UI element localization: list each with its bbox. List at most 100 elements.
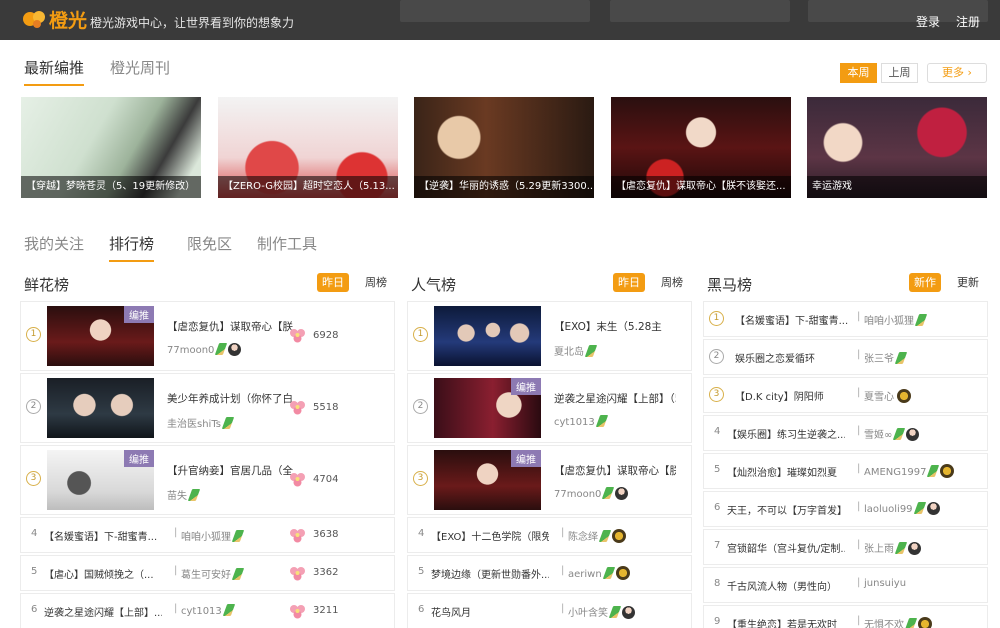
author-name[interactable]: 77moon0 (554, 489, 601, 500)
game-thumbnail[interactable] (434, 306, 541, 366)
entry-title[interactable]: 【虐恋复仇】谋取帝心【朕不 (167, 319, 293, 334)
author-name[interactable]: aeriwn (568, 569, 602, 580)
entry-title[interactable]: 逆袭之星途闪耀【上部】... (44, 604, 162, 619)
rank-number: 6 (31, 604, 38, 615)
entry-title[interactable]: 【名媛蜜语】下-甜蜜青... (44, 528, 162, 543)
weekly-toggle[interactable]: 周榜 (362, 273, 390, 292)
entry-title[interactable]: 【D.K city】阴阳师 (735, 388, 853, 403)
entry-title[interactable]: 【虐心】国贼倾挽之（... (44, 566, 162, 581)
ranking-entry[interactable]: 5 【虐心】国贼倾挽之（... | 葛生可安好 3362 (21, 556, 394, 590)
entry-title[interactable]: 花鸟风月 (431, 604, 549, 619)
tab-my-follows[interactable]: 我的关注 (24, 233, 84, 254)
weekly-toggle[interactable]: 周榜 (658, 273, 686, 292)
entry-title[interactable]: 宫锁韶华（宫斗复仇/定制... (727, 540, 845, 555)
tab-free-zone[interactable]: 限免区 (187, 233, 232, 254)
updates-toggle[interactable]: 更新 (954, 273, 982, 292)
yesterday-toggle[interactable]: 昨日 (613, 273, 645, 292)
entry-title[interactable]: 逆袭之星途闪耀【上部】（5 (554, 391, 676, 406)
ranking-entry[interactable]: 8 千古风流人物（男性向） | junsuiyu (704, 568, 987, 602)
author-name[interactable]: 咱咱小狐狸 (864, 316, 914, 327)
author-name[interactable]: 张三爷 (864, 354, 894, 365)
ranking-entry[interactable]: 2 娱乐圈之恋爱循环 | 张三爷 (704, 340, 987, 374)
entry-title[interactable]: 娱乐圈之恋爱循环 (735, 350, 853, 365)
ranking-entry[interactable]: 7 宫锁韶华（宫斗复仇/定制... | 张上雨 (704, 530, 987, 564)
author-name[interactable]: 陈念绎 (568, 532, 598, 543)
author-name[interactable]: 张上雨 (864, 544, 894, 555)
ranking-entry[interactable]: 1 编推 【虐恋复仇】谋取帝心【朕不 77moon0 6928 (21, 302, 394, 370)
register-link[interactable]: 注册 (956, 13, 980, 30)
entry-title[interactable]: 梦境边缘（更新世勋番外... (431, 566, 549, 581)
entry-title[interactable]: 天王，不可以【万字首发】 (727, 502, 845, 517)
entry-author: 咱咱小狐狸 (181, 528, 245, 543)
game-thumbnail[interactable]: 编推 (434, 450, 541, 510)
yesterday-toggle[interactable]: 昨日 (317, 273, 349, 292)
entry-title[interactable]: 美少年养成计划（你怀了白白 (167, 391, 293, 406)
orange-logo-icon[interactable] (22, 8, 46, 30)
entry-title[interactable]: 【升官纳妾】官居几品（全正 (167, 463, 293, 478)
ranking-entry[interactable]: 5 【灿烈治愈】璀璨如烈夏 | AMENG1997 (704, 454, 987, 488)
ranking-entry[interactable]: 2 美少年养成计划（你怀了白白 圭治医shiTs 5518 (21, 374, 394, 442)
tab-latest-picks[interactable]: 最新编推 (24, 57, 85, 86)
featured-banner[interactable]: 【逆袭】华丽的诱惑（5.29更新3300... (414, 97, 594, 198)
entry-title[interactable]: 【EXO】末生（5.28主 (554, 319, 676, 334)
ranking-entry[interactable]: 6 逆袭之星途闪耀【上部】... | cyt1013 3211 (21, 594, 394, 628)
entry-title[interactable]: 【灿烈治愈】璀璨如烈夏 (727, 464, 845, 479)
ranking-entry[interactable]: 1 【名媛蜜语】下-甜蜜青... | 咱咱小狐狸 (704, 302, 987, 336)
author-name[interactable]: cyt1013 (554, 417, 595, 428)
featured-banner[interactable]: 【ZERO-G校园】超时空恋人（5.13... (218, 97, 398, 198)
author-name[interactable]: laoluoli99 (864, 504, 913, 515)
ranking-entry[interactable]: 4 【名媛蜜语】下-甜蜜青... | 咱咱小狐狸 3638 (21, 518, 394, 552)
ranking-entry[interactable]: 3 编推 【虐恋复仇】谋取帝心【朕不 77moon0 (408, 446, 691, 514)
banner-caption: 【ZERO-G校园】超时空恋人（5.13... (218, 176, 398, 198)
divider: | (857, 425, 861, 436)
flower-ranking-title: 鲜花榜 (24, 276, 70, 294)
author-name[interactable]: 葛生可安好 (181, 570, 231, 581)
flower-count: 3211 (313, 605, 339, 616)
entry-title[interactable]: 【娱乐圈】练习生逆袭之... (727, 426, 845, 441)
author-name[interactable]: 77moon0 (167, 345, 214, 356)
ranking-entry[interactable]: 1 【EXO】末生（5.28主 夏北岛 (408, 302, 691, 370)
game-thumbnail[interactable] (47, 378, 154, 438)
featured-banner[interactable]: 【虐恋复仇】谋取帝心【朕不该娶还... (611, 97, 791, 198)
entry-title[interactable]: 【重生绝恋】若是无欢时 (727, 616, 845, 628)
author-name[interactable]: AMENG1997 (864, 467, 926, 478)
featured-banner[interactable]: 【穿越】梦晓苍灵（5、19更新修改） (21, 97, 201, 198)
ranking-entry[interactable]: 3 【D.K city】阴阳师 | 夏雪心 (704, 378, 987, 412)
ranking-entry[interactable]: 4 【EXO】十二色学院（限免 | 陈念绎 (408, 518, 691, 552)
author-name[interactable]: 圭治医shiTs (167, 419, 221, 430)
ranking-entry[interactable]: 3 编推 【升官纳妾】官居几品（全正 苗失 4704 (21, 446, 394, 514)
tab-weekly-magazine[interactable]: 橙光周刊 (110, 57, 170, 78)
author-name[interactable]: 小叶含笑 (568, 608, 608, 619)
entry-title[interactable]: 【虐恋复仇】谋取帝心【朕不 (554, 463, 676, 478)
tab-creation-tools[interactable]: 制作工具 (257, 233, 317, 254)
author-name[interactable]: 咱咱小狐狸 (181, 532, 231, 543)
avatar (926, 502, 940, 515)
ranking-entry[interactable]: 6 天王，不可以【万字首发】 | laoluoli99 (704, 492, 987, 526)
entry-title[interactable]: 【EXO】十二色学院（限免 (431, 528, 549, 543)
author-name[interactable]: 苗失 (167, 491, 187, 502)
author-name[interactable]: 雪姬∞ (864, 430, 892, 441)
ranking-entry[interactable]: 5 梦境边缘（更新世勋番外... | aeriwn (408, 556, 691, 590)
tab-rankings[interactable]: 排行榜 (109, 233, 155, 262)
author-name[interactable]: 夏北岛 (554, 347, 584, 358)
new-works-toggle[interactable]: 新作 (909, 273, 941, 292)
author-name[interactable]: 夏雪心 (864, 392, 894, 403)
ranking-entry[interactable]: 4 【娱乐圈】练习生逆袭之... | 雪姬∞ (704, 416, 987, 450)
last-week-button[interactable]: 上周 (881, 63, 918, 83)
login-link[interactable]: 登录 (916, 13, 940, 30)
ranking-entry[interactable]: 9 【重生绝恋】若是无欢时 | 无惧不欢 (704, 606, 987, 628)
author-name[interactable]: cyt1013 (181, 606, 222, 617)
more-button[interactable]: 更多 › (927, 63, 987, 83)
game-thumbnail[interactable]: 编推 (47, 450, 154, 510)
featured-banner[interactable]: 幸运游戏 (807, 97, 987, 198)
entry-title[interactable]: 【名媛蜜语】下-甜蜜青... (735, 312, 853, 327)
entry-title[interactable]: 千古风流人物（男性向） (727, 578, 845, 593)
author-name[interactable]: 无惧不欢 (864, 620, 904, 628)
ranking-entry[interactable]: 6 花鸟风月 | 小叶含笑 (408, 594, 691, 628)
game-thumbnail[interactable]: 编推 (434, 378, 541, 438)
game-thumbnail[interactable]: 编推 (47, 306, 154, 366)
ranking-entry[interactable]: 2 编推 逆袭之星途闪耀【上部】（5 cyt1013 (408, 374, 691, 442)
brand-name[interactable]: 橙光 (49, 6, 87, 33)
this-week-button[interactable]: 本周 (840, 63, 877, 83)
author-name[interactable]: junsuiyu (864, 578, 906, 589)
